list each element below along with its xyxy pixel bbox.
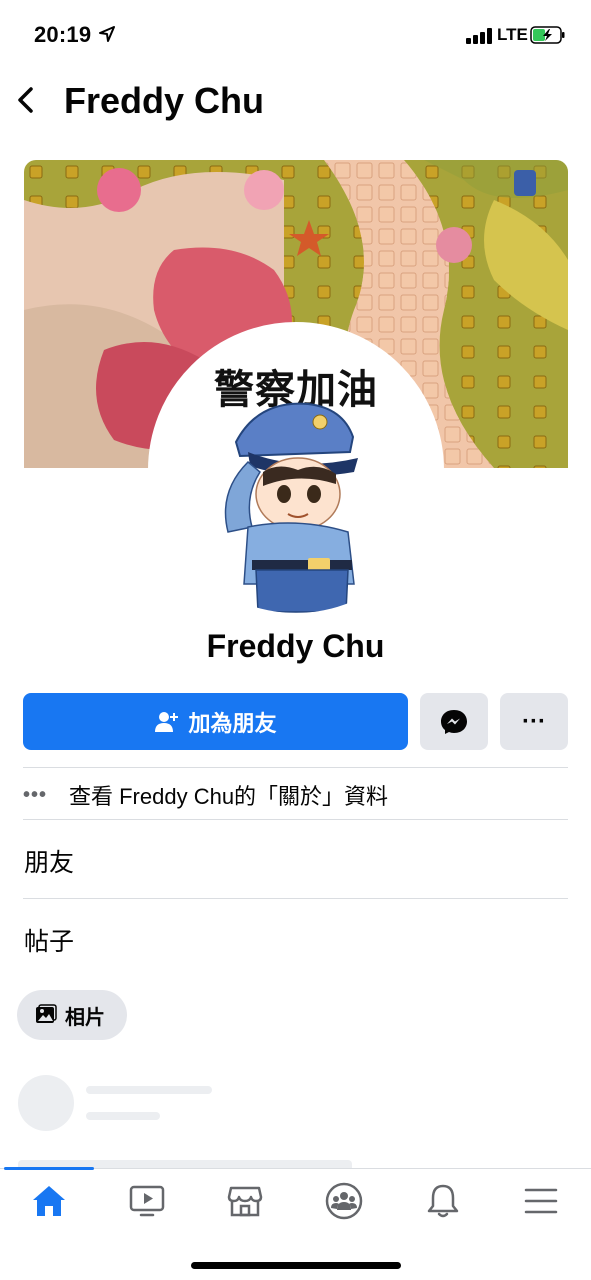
add-person-icon bbox=[155, 711, 179, 732]
photos-filter-label: 相片 bbox=[65, 1006, 105, 1029]
menu-hamburger-icon bbox=[524, 1188, 558, 1214]
police-cartoon-image bbox=[224, 402, 358, 613]
more-options-button[interactable]: ··· bbox=[500, 693, 568, 750]
posts-section-title: 帖子 bbox=[24, 928, 75, 956]
groups-icon bbox=[325, 1182, 363, 1220]
photos-filter-chip[interactable]: 相片 bbox=[17, 990, 127, 1040]
about-info-row[interactable]: ••• 查看 Freddy Chu的「關於」資料 bbox=[23, 780, 568, 810]
loading-avatar-placeholder bbox=[18, 1075, 74, 1131]
tab-home[interactable] bbox=[24, 1181, 74, 1221]
home-icon bbox=[33, 1186, 65, 1216]
about-info-link[interactable]: 查看 Freddy Chu的「關於」資料 bbox=[69, 779, 388, 811]
network-type: LTE bbox=[497, 25, 528, 44]
location-arrow-icon bbox=[99, 26, 115, 42]
messenger-button[interactable] bbox=[420, 693, 488, 750]
divider bbox=[23, 898, 568, 899]
back-chevron-icon[interactable] bbox=[14, 86, 38, 114]
add-friend-button[interactable]: 加為朋友 bbox=[23, 693, 408, 750]
home-indicator[interactable] bbox=[191, 1262, 401, 1269]
messenger-icon bbox=[441, 710, 467, 734]
loading-line-placeholder bbox=[86, 1086, 212, 1094]
ellipsis-icon: ••• bbox=[23, 783, 48, 806]
status-time: 20:19 bbox=[34, 22, 92, 47]
loading-line-placeholder bbox=[86, 1112, 160, 1120]
tab-menu[interactable] bbox=[516, 1181, 566, 1221]
watch-icon bbox=[129, 1185, 165, 1217]
profile-name: Freddy Chu bbox=[206, 628, 385, 664]
notifications-bell-icon bbox=[427, 1184, 459, 1218]
photos-icon bbox=[36, 1004, 57, 1023]
header-title: Freddy Chu bbox=[64, 80, 265, 121]
active-tab-indicator bbox=[4, 1167, 94, 1170]
tab-watch[interactable] bbox=[122, 1181, 172, 1221]
tab-marketplace[interactable] bbox=[220, 1181, 270, 1221]
top-header: Freddy Chu bbox=[0, 70, 591, 134]
divider bbox=[23, 767, 568, 768]
more-dots-icon: ··· bbox=[522, 707, 546, 735]
battery-charging-icon bbox=[530, 26, 565, 44]
add-friend-label: 加為朋友 bbox=[188, 710, 277, 736]
profile-picture[interactable]: 警察加油 bbox=[148, 322, 444, 618]
tab-groups[interactable] bbox=[319, 1181, 369, 1221]
signal-strength-icon bbox=[466, 28, 494, 44]
friends-section-title: 朋友 bbox=[24, 849, 75, 877]
status-bar: 20:19 LTE bbox=[0, 0, 591, 66]
divider bbox=[23, 819, 568, 820]
marketplace-icon bbox=[227, 1186, 263, 1217]
tab-notifications[interactable] bbox=[418, 1181, 468, 1221]
